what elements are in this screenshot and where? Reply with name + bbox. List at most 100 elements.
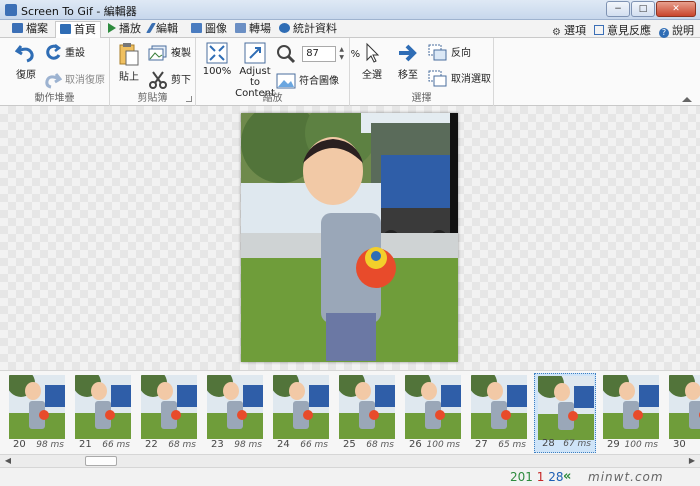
- close-button[interactable]: ✕: [656, 1, 696, 17]
- status-bar: 201 1 28 « minwt.com: [0, 467, 700, 486]
- inverse-label: 反向: [451, 48, 471, 59]
- tab-label: 編輯: [156, 22, 178, 35]
- fit-image-button[interactable]: 符合圖像: [276, 72, 339, 89]
- redo-button[interactable]: 取消復原: [44, 71, 105, 89]
- thumbnail-image: [141, 375, 197, 439]
- thumbnail-image: [471, 375, 527, 439]
- paste-icon: [119, 43, 139, 66]
- maximize-button[interactable]: □: [631, 1, 655, 17]
- window-title: Screen To Gif - 編輯器: [21, 5, 137, 18]
- thumbnail-image: [538, 376, 594, 440]
- goto-button[interactable]: 移至: [394, 42, 422, 81]
- scissors-icon: [149, 71, 167, 89]
- frame-thumbnail[interactable]: 20 98 ms: [6, 373, 68, 453]
- inverse-button[interactable]: 反向: [428, 44, 471, 62]
- frame-thumbnail[interactable]: 21 66 ms: [72, 373, 134, 453]
- zoom-100-button[interactable]: 100%: [202, 42, 232, 77]
- tab-edit[interactable]: 編輯: [145, 21, 182, 38]
- editor-canvas: [0, 106, 700, 370]
- magnifier-icon: [277, 45, 296, 64]
- feedback-link[interactable]: 意見反應: [594, 22, 651, 38]
- frame-delay: 66 ms: [300, 440, 328, 450]
- select-all-button[interactable]: 全選: [358, 42, 386, 81]
- scrollbar-thumb[interactable]: [85, 456, 117, 466]
- title-bar: Screen To Gif - 編輯器 − □ ✕: [0, 0, 700, 20]
- window-controls: − □ ✕: [606, 1, 696, 17]
- thumbnail-image: [75, 375, 131, 439]
- thumbnail-image: [669, 375, 700, 439]
- first-frame-icon[interactable]: «: [563, 470, 571, 483]
- home-icon: [60, 24, 71, 34]
- help-link[interactable]: ? 說明: [659, 22, 694, 38]
- scroll-right-arrow-icon[interactable]: ▶: [686, 455, 698, 467]
- redo-icon: [45, 73, 62, 89]
- fit-image-icon: [276, 73, 296, 89]
- tab-file[interactable]: 檔案: [8, 21, 52, 38]
- frame-number: 22: [145, 439, 158, 450]
- image-icon: [191, 23, 202, 33]
- frame-thumbnail[interactable]: 23 98 ms: [204, 373, 266, 453]
- frame-delay: 68 ms: [168, 440, 196, 450]
- frame-delay: 98 ms: [234, 440, 262, 450]
- frame-thumbnail[interactable]: 28 67 ms: [534, 373, 596, 453]
- tab-statistics[interactable]: 統計資料: [275, 21, 341, 38]
- gear-icon: ⚙: [552, 27, 561, 38]
- deselect-icon: [428, 70, 447, 87]
- tab-image[interactable]: 圖像: [187, 21, 231, 38]
- frame-counts: 201 1 28: [510, 470, 563, 484]
- reset-button[interactable]: 重設: [44, 44, 85, 62]
- undo-label: 復原: [16, 70, 36, 81]
- frame-delay: 67 ms: [563, 439, 591, 449]
- frame-delay: 98 ms: [36, 440, 64, 450]
- tab-home[interactable]: 首頁: [55, 21, 101, 39]
- paste-button[interactable]: 貼上: [116, 42, 142, 83]
- reset-icon: [46, 44, 62, 60]
- zoom-input[interactable]: 87: [302, 46, 337, 62]
- feedback-icon: [594, 25, 604, 35]
- copy-button[interactable]: 複製: [148, 44, 191, 61]
- cut-button[interactable]: 剪下: [148, 70, 191, 90]
- tab-play[interactable]: 播放: [104, 21, 145, 38]
- thumbnail-image: [207, 375, 263, 439]
- thumbnail-image: [9, 375, 65, 439]
- current-frame-image: [241, 113, 458, 362]
- frame-thumbnail[interactable]: 27 65 ms: [468, 373, 530, 453]
- selected-frames: 1: [536, 470, 545, 484]
- reset-label: 重設: [65, 48, 85, 59]
- frame-thumbnail[interactable]: 24 66 ms: [270, 373, 332, 453]
- total-frames: 201: [510, 470, 533, 484]
- zoom-control: 87 ▲ ▼ %: [276, 44, 360, 64]
- frame-photo: [241, 113, 458, 362]
- frame-thumbnail[interactable]: 26 100 ms: [402, 373, 464, 453]
- tab-label: 轉場: [249, 22, 271, 35]
- zoom-group: 100% Adjust to Content 87 ▲ ▼ % 符合圖像 縮放: [196, 38, 360, 106]
- tab-label: 播放: [119, 22, 141, 35]
- undo-button[interactable]: 復原: [10, 42, 42, 81]
- scroll-left-arrow-icon[interactable]: ◀: [2, 455, 14, 467]
- frame-list-scrollbar[interactable]: ◀ ▶: [0, 454, 700, 467]
- cut-label: 剪下: [171, 75, 191, 86]
- frame-number: 20: [13, 439, 26, 450]
- thumbnail-image: [603, 375, 659, 439]
- feedback-label: 意見反應: [607, 24, 651, 37]
- frame-thumbnail[interactable]: 22 68 ms: [138, 373, 200, 453]
- deselect-button[interactable]: 取消選取: [428, 70, 491, 88]
- history-group: 復原 重設 取消復原 動作堆疊: [0, 38, 110, 106]
- frame-number: 23: [211, 439, 224, 450]
- history-group-label: 動作堆疊: [34, 93, 75, 104]
- frame-thumbnail[interactable]: 29 100 ms: [600, 373, 662, 453]
- expand-icon: [206, 42, 228, 64]
- redo-label: 取消復原: [65, 75, 105, 86]
- collapse-ribbon-icon[interactable]: [682, 97, 692, 102]
- minimize-button[interactable]: −: [606, 1, 630, 17]
- thumbnail-image: [405, 375, 461, 439]
- zoom-spinner[interactable]: ▲ ▼: [339, 46, 347, 62]
- tab-label: 檔案: [26, 22, 48, 35]
- options-link[interactable]: ⚙ 選項: [552, 22, 586, 38]
- frame-thumbnail[interactable]: 25 68 ms: [336, 373, 398, 453]
- help-label: 說明: [672, 24, 694, 37]
- frame-thumbnail[interactable]: 30: [666, 373, 700, 453]
- copy-label: 複製: [171, 48, 191, 59]
- tab-transition[interactable]: 轉場: [231, 21, 275, 38]
- dialog-launcher-icon[interactable]: [186, 96, 192, 102]
